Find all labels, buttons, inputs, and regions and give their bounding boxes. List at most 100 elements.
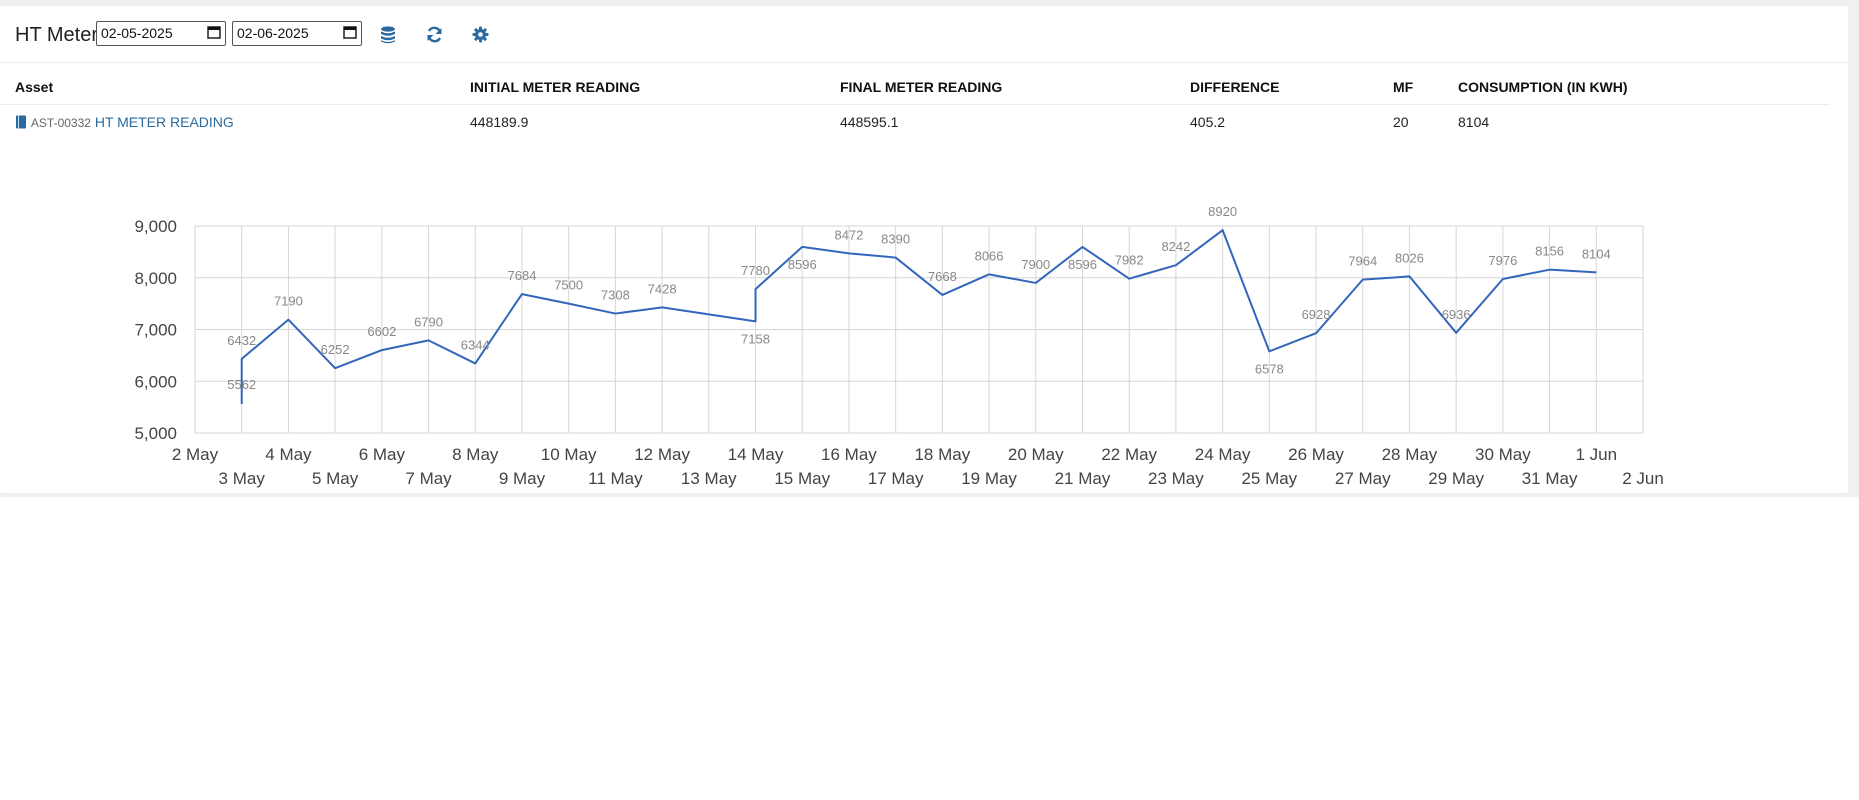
column-header: FINAL METER READING — [840, 79, 1003, 95]
x-tick-label: 18 May — [914, 445, 970, 464]
data-label: 7976 — [1488, 253, 1517, 268]
settings-button[interactable] — [468, 22, 494, 48]
x-tick-label: 5 May — [312, 469, 359, 488]
page-title: HT Meter — [15, 24, 98, 46]
data-label: 6602 — [367, 324, 396, 339]
data-label: 7500 — [554, 278, 583, 293]
table-row: AST-00332 HT METER READING 448189.9 4485… — [0, 106, 1830, 136]
data-label: 8104 — [1582, 246, 1611, 261]
x-tick-label: 10 May — [541, 445, 597, 464]
column-header: Asset — [15, 79, 54, 95]
x-tick-label: 26 May — [1288, 445, 1344, 464]
database-icon — [381, 26, 395, 44]
data-label: 8066 — [975, 248, 1004, 263]
difference-cell: 405.2 — [1190, 114, 1226, 130]
x-tick-label: 20 May — [1008, 445, 1064, 464]
column-header: INITIAL METER READING — [470, 79, 641, 95]
initial-reading-cell: 448189.9 — [470, 114, 529, 130]
data-label: 6252 — [321, 342, 350, 357]
x-tick-label: 11 May — [588, 469, 643, 488]
mf-cell: 20 — [1393, 114, 1409, 130]
data-label: 8026 — [1395, 250, 1424, 265]
calendar-icon[interactable] — [343, 25, 357, 39]
x-tick-label: 19 May — [961, 469, 1017, 488]
data-label: 8596 — [1068, 257, 1097, 272]
from-date-value: 02-05-2025 — [101, 25, 173, 41]
data-label: 6928 — [1302, 307, 1331, 322]
data-label: 7982 — [1115, 253, 1144, 268]
x-tick-label: 22 May — [1101, 445, 1157, 464]
x-tick-label: 16 May — [821, 445, 877, 464]
data-label: 5562 — [227, 377, 256, 392]
data-label: 7190 — [274, 294, 303, 309]
data-label: 8472 — [834, 227, 863, 242]
column-header: DIFFERENCE — [1190, 79, 1280, 95]
refresh-icon — [427, 26, 442, 43]
y-tick-label: 6,000 — [134, 372, 177, 391]
column-header: CONSUMPTION (IN KWH) — [1458, 79, 1628, 95]
x-tick-label: 15 May — [774, 469, 830, 488]
y-tick-label: 7,000 — [134, 321, 177, 340]
x-tick-label: 21 May — [1055, 469, 1111, 488]
x-tick-label: 14 May — [728, 445, 784, 464]
data-label: 8596 — [788, 257, 817, 272]
gear-icon — [472, 26, 489, 43]
data-label: 6936 — [1442, 307, 1471, 322]
consumption-cell: 8104 — [1458, 114, 1490, 130]
y-tick-label: 5,000 — [134, 424, 177, 443]
data-label: 7668 — [928, 269, 957, 284]
data-label: 8390 — [881, 232, 910, 247]
data-label: 7964 — [1348, 254, 1377, 269]
x-tick-label: 28 May — [1382, 445, 1438, 464]
x-tick-label: 4 May — [265, 445, 312, 464]
book-icon — [16, 115, 26, 129]
x-tick-label: 6 May — [359, 445, 406, 464]
to-date-value: 02-06-2025 — [237, 25, 309, 41]
column-header: MF — [1393, 79, 1414, 95]
series-line — [240, 229, 1597, 404]
data-label: 6432 — [227, 333, 256, 348]
table-header: Asset INITIAL METER READING FINAL METER … — [0, 71, 1830, 105]
x-tick-label: 30 May — [1475, 445, 1531, 464]
asset-link[interactable]: HT METER READING — [95, 114, 234, 130]
x-tick-label: 29 May — [1428, 469, 1484, 488]
x-tick-label: 8 May — [452, 445, 499, 464]
x-tick-label: 9 May — [499, 469, 546, 488]
data-label: 6344 — [461, 337, 490, 352]
data-label: 7158 — [741, 331, 770, 346]
x-tick-label: 7 May — [405, 469, 452, 488]
data-label: 7308 — [601, 288, 630, 303]
report-panel: HT Meter 02-05-2025 02-06-2025 Asset INI… — [0, 6, 1848, 493]
consumption-line-chart: 9,000 8,000 7,000 6,000 5,000 2 May3 May 4 May… — [134, 204, 1664, 488]
data-label: 7684 — [508, 268, 537, 283]
to-date-input[interactable]: 02-06-2025 — [232, 21, 362, 46]
final-reading-cell: 448595.1 — [840, 114, 899, 130]
x-tick-label: 2 Jun — [1622, 469, 1664, 488]
x-tick-label: 25 May — [1241, 469, 1297, 488]
data-label: 7780 — [741, 263, 770, 278]
asset-cell: AST-00332 HT METER READING — [15, 114, 234, 130]
data-label: 8242 — [1161, 239, 1190, 254]
x-tick-label: 24 May — [1195, 445, 1251, 464]
x-tick-label: 3 May — [219, 469, 266, 488]
from-date-input[interactable]: 02-05-2025 — [96, 21, 226, 46]
y-tick-label: 8,000 — [134, 269, 177, 288]
calendar-icon[interactable] — [207, 25, 221, 39]
x-tick-label: 23 May — [1148, 469, 1204, 488]
database-button[interactable] — [376, 22, 402, 48]
data-label: 8920 — [1208, 204, 1237, 219]
empty-area — [0, 497, 1859, 800]
data-label: 7428 — [648, 281, 677, 296]
x-tick-label: 17 May — [868, 469, 924, 488]
x-tick-label: 31 May — [1522, 469, 1578, 488]
x-tick-label: 13 May — [681, 469, 737, 488]
x-tick-label: 2 May — [172, 445, 219, 464]
data-label: 6790 — [414, 314, 443, 329]
x-tick-label: 1 Jun — [1575, 445, 1617, 464]
data-label: 8156 — [1535, 244, 1564, 259]
x-tick-label: 27 May — [1335, 469, 1391, 488]
refresh-button[interactable] — [422, 22, 448, 48]
data-label: 6578 — [1255, 361, 1284, 376]
asset-code: AST-00332 — [30, 116, 91, 130]
toolbar: HT Meter 02-05-2025 02-06-2025 — [0, 6, 1848, 63]
